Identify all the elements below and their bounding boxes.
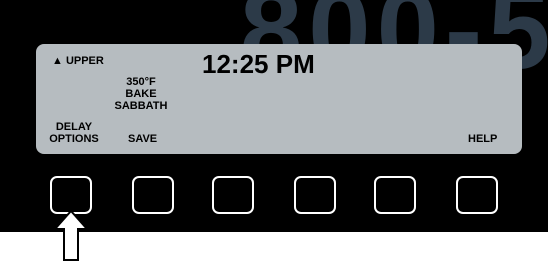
softkey-5-button[interactable] [374, 176, 416, 214]
help-label: HELP [468, 133, 498, 145]
delay-label-line: DELAY [55, 121, 93, 133]
cooking-status: 350°F BAKE SABBATH [106, 76, 176, 112]
softkey-4-button[interactable] [294, 176, 336, 214]
lcd-display: ▲ UPPER 12:25 PM 350°F BAKE SABBATH DELA… [36, 44, 522, 154]
delay-options-label: DELAY OPTIONS [44, 121, 104, 145]
oven-cavity-label: ▲ UPPER [52, 55, 104, 67]
sabbath-text: SABBATH [114, 100, 168, 112]
temperature-text: 350°F [126, 76, 156, 88]
delay-options-button[interactable] [50, 176, 92, 214]
softkey-3-button[interactable] [212, 176, 254, 214]
help-button[interactable] [456, 176, 498, 214]
oven-control-panel: 800-5 ▲ UPPER 12:25 PM 350°F BAKE SABBAT… [0, 0, 548, 232]
clock-time: 12:25 PM [202, 49, 315, 79]
options-label-line: OPTIONS [49, 133, 99, 145]
save-label: SAVE [128, 133, 158, 145]
save-button[interactable] [132, 176, 174, 214]
up-arrow-icon [53, 210, 89, 261]
mode-text: BAKE [125, 88, 157, 100]
